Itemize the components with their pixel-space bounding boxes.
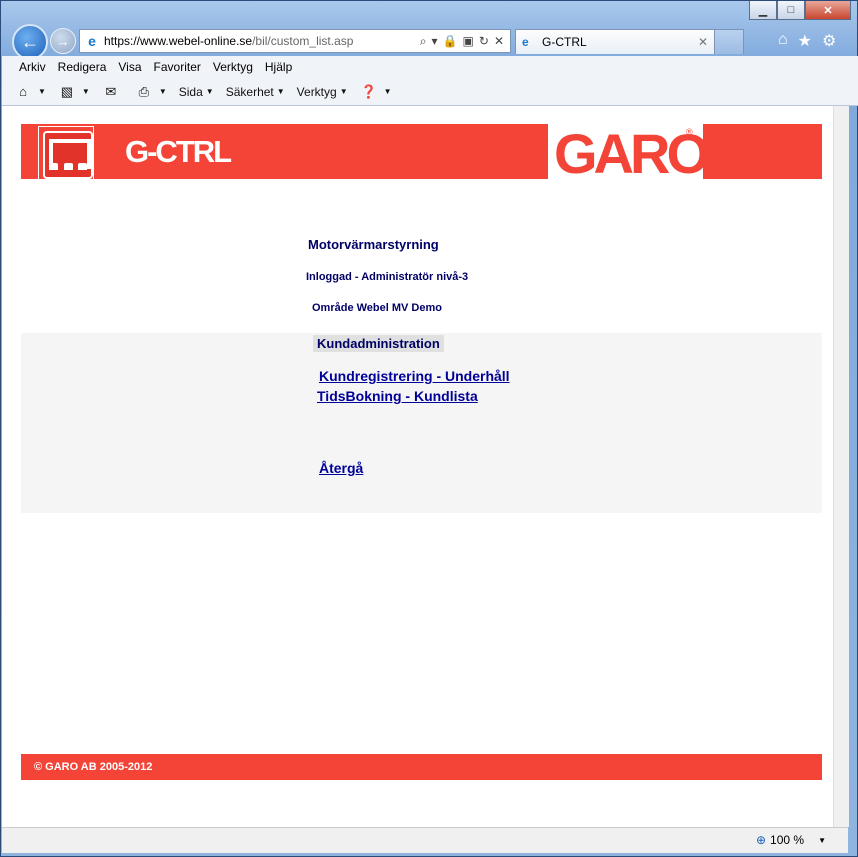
browser-window: ▁ □ ✕ ← → e https://www.webel-online.se/… <box>0 0 858 857</box>
chevron-down-icon: ▼ <box>818 835 826 845</box>
menu-favoriter[interactable]: Favoriter <box>154 60 201 74</box>
command-bar: ⌂ ▼ ▧ ▼ ✉ ⎙ ▼ Sida ▼ Säkerhet ▼ Verktyg ▼ ❓ ▼ <box>2 78 858 106</box>
chevron-down-icon: ▼ <box>158 87 167 96</box>
stop-icon[interactable]: ✕ <box>494 34 504 49</box>
tools-command[interactable]: Verktyg ▼ <box>297 85 348 99</box>
registered-mark: ® <box>686 127 693 137</box>
chevron-down-icon: ▼ <box>81 87 90 96</box>
tools-label: Verktyg <box>296 84 337 99</box>
area-label: Område Webel MV Demo <box>312 302 442 314</box>
zoom-control[interactable]: ⊕ 100 % ▼ <box>756 833 826 847</box>
menu-hjalp[interactable]: Hjälp <box>265 60 292 74</box>
search-icon[interactable]: ⌕ <box>420 34 427 49</box>
safety-label: Säkerhet <box>225 84 274 99</box>
garage-logo-icon <box>38 126 94 180</box>
menu-verktyg[interactable]: Verktyg <box>213 60 253 74</box>
lock-icon[interactable]: 🔒 <box>443 34 458 49</box>
feeds-command[interactable]: ▧ ▼ <box>58 84 90 100</box>
tab-title: G-CTRL <box>542 35 587 49</box>
garo-logo: GARO ® <box>548 122 710 185</box>
address-url[interactable]: https://www.webel-online.se/bil/custom_l… <box>104 34 420 48</box>
chevron-down-icon: ▼ <box>276 87 285 96</box>
home-icon: ⌂ <box>19 84 27 99</box>
page-content: G-CTRL GARO ® Motorvärmarstyrning Inlogg… <box>2 106 833 827</box>
help-icon: ❓ <box>360 83 377 99</box>
home-command[interactable]: ⌂ ▼ <box>14 84 46 100</box>
menu-bar: Arkiv Redigera Visa Favoriter Verktyg Hj… <box>2 56 858 78</box>
g-ctrl-logo: G-CTRL <box>125 134 232 169</box>
page-title: Motorvärmarstyrning <box>308 237 439 252</box>
chevron-down-icon: ▼ <box>205 87 214 96</box>
copyright-text: © GARO AB 2005-2012 <box>34 761 153 773</box>
admin-panel: Kundadministration Kundregistrering - Un… <box>21 333 822 513</box>
cars-icon <box>49 163 87 171</box>
menu-arkiv[interactable]: Arkiv <box>19 60 46 74</box>
window-controls: ▁ □ ✕ <box>749 1 851 20</box>
garage-roof-icon <box>43 131 93 179</box>
chevron-down-icon: ▼ <box>383 87 392 96</box>
address-icons: ⌕ ▾ 🔒 ▣ ↻ ✕ <box>420 34 504 49</box>
chevron-down-icon: ▼ <box>339 87 348 96</box>
site-header: G-CTRL GARO ® <box>21 122 822 185</box>
forward-button[interactable]: → <box>50 28 76 54</box>
page-label: Sida <box>178 84 203 99</box>
help-command[interactable]: ❓ ▼ <box>360 84 392 100</box>
login-status: Inloggad - Administratör nivå-3 <box>306 271 469 283</box>
favorites-star-icon[interactable]: ★ <box>798 31 812 51</box>
printer-icon: ⎙ <box>138 83 150 99</box>
browser-right-icons: ⌂ ★ ⚙ <box>778 31 836 51</box>
vertical-scrollbar[interactable] <box>833 106 849 827</box>
refresh-icon[interactable]: ↻ <box>479 34 489 49</box>
safety-command[interactable]: Säkerhet ▼ <box>226 85 285 99</box>
close-window-button[interactable]: ✕ <box>805 1 851 20</box>
back-link[interactable]: Återgå <box>319 460 363 476</box>
address-bar[interactable]: e https://www.webel-online.se/bil/custom… <box>79 29 511 53</box>
tab-g-ctrl[interactable]: e G-CTRL ✕ <box>515 29 715 54</box>
mail-command[interactable]: ✉ <box>102 84 123 100</box>
mail-icon: ✉ <box>105 83 117 99</box>
minimize-button[interactable]: ▁ <box>749 1 777 20</box>
compatibility-icon[interactable]: ▣ <box>463 34 474 49</box>
time-booking-link[interactable]: TidsBokning - Kundlista <box>317 388 478 404</box>
zoom-level: 100 % <box>770 833 805 847</box>
section-heading: Kundadministration <box>313 335 444 352</box>
gear-icon[interactable]: ⚙ <box>822 31 836 51</box>
customer-registration-link[interactable]: Kundregistrering - Underhåll <box>319 368 510 384</box>
menu-visa[interactable]: Visa <box>118 60 141 74</box>
menu-redigera[interactable]: Redigera <box>58 60 107 74</box>
garo-logo-text: GARO <box>554 122 710 185</box>
close-tab-icon[interactable]: ✕ <box>698 35 708 49</box>
new-tab-button[interactable] <box>714 29 744 54</box>
back-button[interactable]: ← <box>12 24 48 60</box>
maximize-button[interactable]: □ <box>777 1 805 20</box>
home-icon[interactable]: ⌂ <box>778 31 788 51</box>
status-bar: ⊕ 100 % ▼ <box>2 827 848 853</box>
rss-icon: ▧ <box>60 83 74 99</box>
chevron-down-icon[interactable]: ▾ <box>432 34 438 49</box>
zoom-icon: ⊕ <box>755 833 767 847</box>
ie-icon: e <box>88 33 96 49</box>
page-command[interactable]: Sida ▼ <box>179 85 214 99</box>
chevron-down-icon: ▼ <box>38 87 46 96</box>
ie-icon: e <box>522 35 529 49</box>
print-command[interactable]: ⎙ ▼ <box>135 84 167 100</box>
site-footer: © GARO AB 2005-2012 <box>21 754 822 780</box>
